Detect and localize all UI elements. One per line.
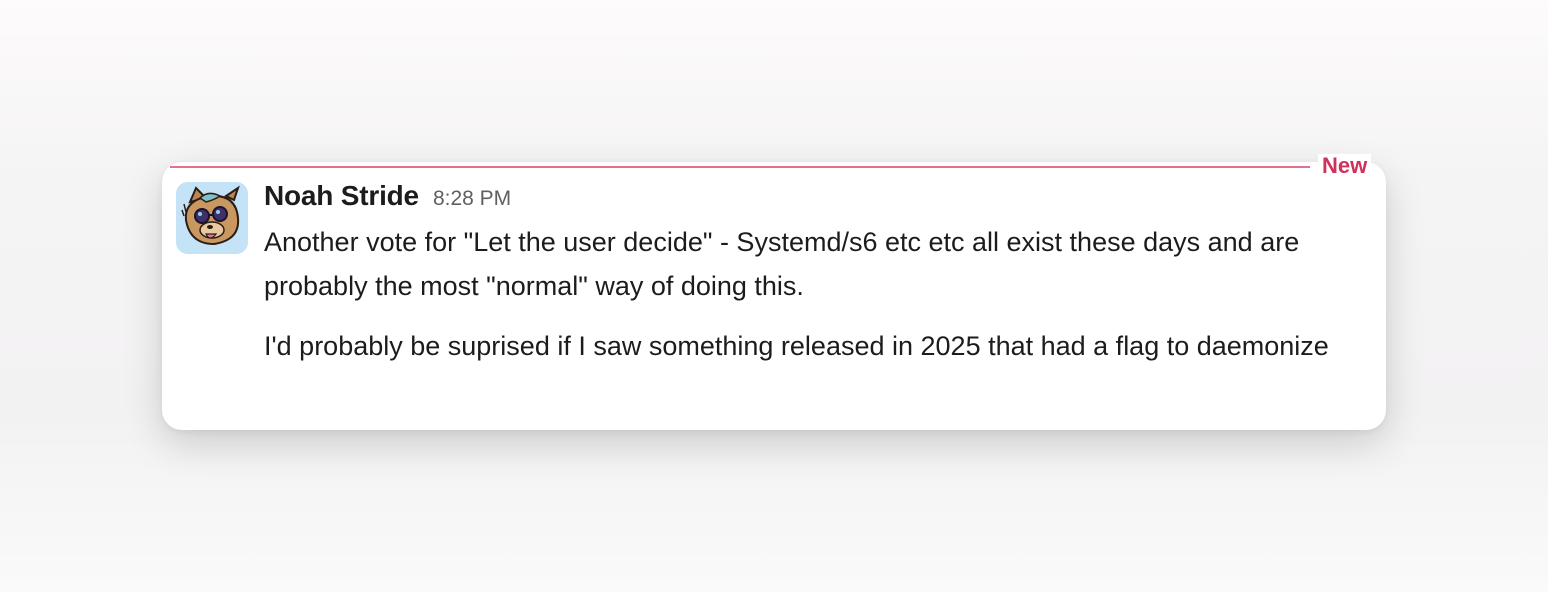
message-header: Noah Stride 8:28 PM bbox=[264, 180, 511, 212]
message-timestamp[interactable]: 8:28 PM bbox=[433, 187, 511, 211]
author-name[interactable]: Noah Stride bbox=[264, 180, 419, 212]
message-card[interactable]: New Noah Stride 8:28 PM Another vote for… bbox=[162, 154, 1386, 430]
new-messages-divider bbox=[170, 166, 1310, 168]
avatar[interactable] bbox=[176, 182, 248, 254]
message-body: Another vote for "Let the user decide" -… bbox=[264, 220, 1364, 368]
message-paragraph: I'd probably be suprised if I saw someth… bbox=[264, 331, 1329, 361]
message-paragraph: Another vote for "Let the user decide" -… bbox=[264, 227, 1300, 301]
new-messages-label: New bbox=[1318, 154, 1372, 178]
cartoon-animal-avatar-icon bbox=[176, 182, 248, 254]
